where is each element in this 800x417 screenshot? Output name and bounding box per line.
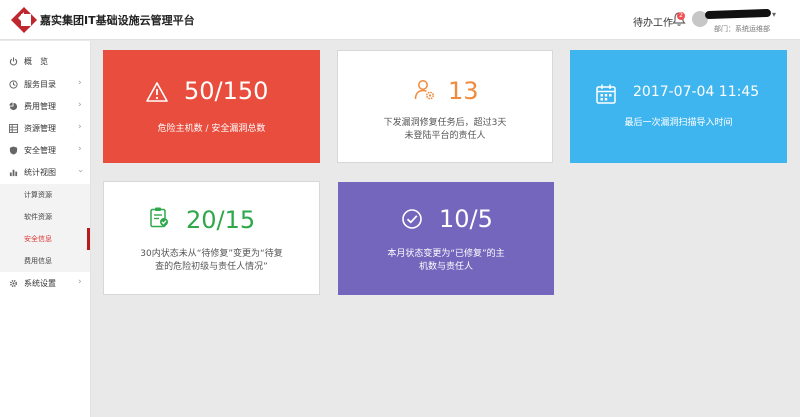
sidebar-subitem-cost-info[interactable]: 费用信息 [0, 250, 90, 272]
gear-icon [9, 279, 18, 288]
power-icon [9, 57, 18, 66]
chevron-down-icon[interactable]: ▾ [772, 10, 776, 19]
card-value: 20/15 [186, 206, 256, 234]
sidebar-item-overview[interactable]: 概 览 [0, 51, 90, 73]
card-description-line1: 本月状态变更为“已修复”的主 [387, 249, 505, 259]
sidebar-subitem-label: 费用信息 [24, 257, 52, 265]
sidebar-subitem-software[interactable]: 软件资源 [0, 206, 90, 228]
chevron-right-icon: › [78, 277, 82, 287]
card-value: 2017-07-04 11:45 [633, 84, 760, 100]
sidebar-subitem-label: 安全信息 [24, 235, 52, 243]
calendar-icon [596, 84, 616, 104]
chevron-right-icon: › [78, 100, 82, 110]
chevron-right-icon: › [78, 78, 82, 88]
card-value: 13 [448, 77, 479, 105]
card-fixed-this-month[interactable]: 10/5 本月状态变更为“已修复”的主 机数与责任人 [338, 182, 554, 295]
sidebar-subitem-compute[interactable]: 计算资源 [0, 184, 90, 206]
app-title: 嘉实集团IT基础设施云管理平台 [40, 14, 195, 27]
card-description-line2: 未登陆平台的责任人 [404, 131, 486, 141]
card-dangerous-hosts[interactable]: 50/150 危险主机数 / 安全漏洞总数 [103, 50, 320, 163]
card-value: 50/150 [184, 77, 269, 105]
sidebar-item-security-management[interactable]: 安全管理 › [0, 140, 90, 162]
sidebar-item-label: 资源管理 [24, 124, 56, 133]
card-pending-fix[interactable]: 20/15 30内状态未从“待修复”变更为“待复 查的危险初级与责任人情况” [103, 181, 320, 295]
card-description-line1: 下发漏洞修复任务后，超过3天 [383, 118, 507, 128]
company-logo-icon[interactable] [10, 6, 38, 34]
card-description-line2: 机数与责任人 [418, 262, 473, 272]
card-description: 危险主机数 / 安全漏洞总数 [157, 124, 266, 134]
shield-icon [9, 146, 18, 155]
sidebar-item-service-catalog[interactable]: 服务目录 › [0, 74, 90, 96]
sidebar-item-system-settings[interactable]: 系统设置 › [0, 273, 90, 295]
card-last-scan[interactable]: 2017-07-04 11:45 最后一次漏洞扫描导入时间 [570, 50, 787, 163]
top-header: 嘉实集团IT基础设施云管理平台 待办工作 2 ▾ 部门：系统运维部 [0, 0, 800, 40]
notification-badge: 2 [677, 12, 685, 20]
sidebar-item-label: 统计视图 [24, 168, 56, 177]
chevron-down-icon: › [74, 169, 85, 173]
department-label: 部门：系统运维部 [714, 25, 770, 33]
sidebar-item-label: 概 览 [24, 57, 48, 66]
card-description: 最后一次漏洞扫描导入时间 [624, 118, 733, 128]
pie-icon [9, 102, 18, 111]
user-gear-icon [414, 80, 434, 100]
card-description-line1: 30内状态未从“待修复”变更为“待复 [140, 249, 283, 259]
sidebar-item-resource-management[interactable]: 资源管理 › [0, 118, 90, 140]
chevron-right-icon: › [78, 144, 82, 154]
chevron-right-icon: › [78, 122, 82, 132]
card-value: 10/5 [439, 205, 493, 233]
check-circle-icon [402, 209, 422, 229]
grid-icon [9, 124, 18, 133]
bar-chart-icon [9, 169, 18, 177]
clipboard-check-icon [150, 207, 168, 228]
sidebar-item-label: 服务目录 [24, 80, 56, 89]
sidebar-subitem-label: 计算资源 [24, 191, 52, 199]
sidebar-item-cost-management[interactable]: 费用管理 › [0, 96, 90, 118]
sidebar-subitem-label: 软件资源 [24, 213, 52, 221]
todo-link[interactable]: 待办工作 [633, 14, 673, 29]
sidebar-item-label: 安全管理 [24, 146, 56, 155]
sidebar-item-label: 系统设置 [24, 279, 56, 288]
sidebar-subitem-security-info[interactable]: 安全信息 [0, 228, 90, 250]
clock-icon [9, 80, 18, 89]
sidebar-item-statistics[interactable]: 统计视图 › [0, 162, 90, 184]
sidebar-item-label: 费用管理 [24, 102, 56, 111]
user-name-redacted [704, 8, 772, 20]
warning-triangle-icon [146, 82, 168, 102]
card-description-line2: 查的危险初级与责任人情况” [155, 262, 268, 272]
sidebar: 概 览 服务目录 › 费用管理 › 资源管理 › 安全管理 › 统计视图 › 计… [0, 41, 91, 417]
card-unlogged-owners[interactable]: 13 下发漏洞修复任务后，超过3天 未登陆平台的责任人 [337, 50, 553, 163]
